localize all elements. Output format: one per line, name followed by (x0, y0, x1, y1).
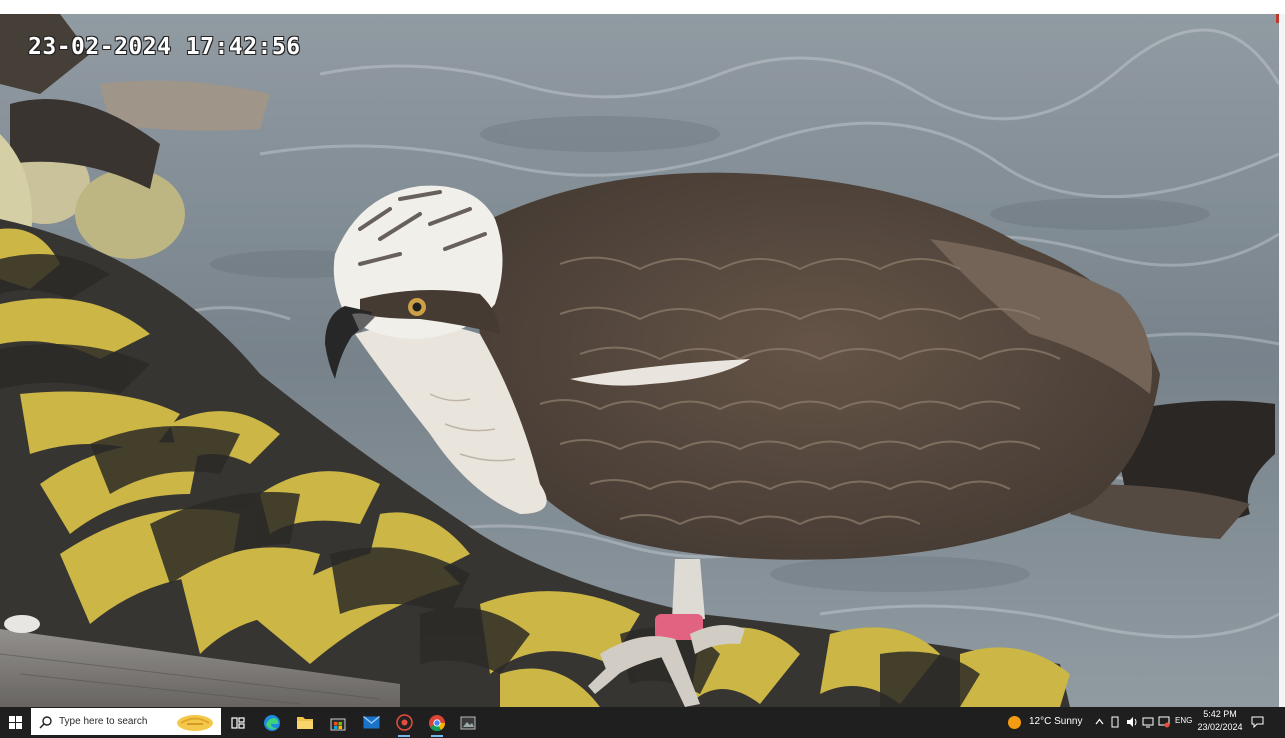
search-icon (39, 715, 52, 729)
microsoft-store-icon[interactable] (322, 707, 354, 738)
volume-icon[interactable] (1126, 716, 1138, 728)
weather-sun-icon[interactable] (1007, 715, 1022, 730)
file-explorer-icon[interactable] (289, 707, 321, 738)
edge-icon[interactable] (256, 707, 288, 738)
weather-text[interactable]: 12°C Sunny (1029, 716, 1082, 727)
taskbar: Type here to search 12°C Sunny ENG 5:42 … (0, 707, 1285, 738)
screen: 23-02-2024 17:42:56 Type here to search (0, 0, 1285, 738)
video-frame (0, 14, 1279, 707)
clock-time[interactable]: 5:42 PM (1190, 709, 1250, 719)
window-edge (1279, 14, 1285, 707)
search-highlight-icon (177, 715, 213, 731)
task-view-icon[interactable] (222, 707, 254, 738)
windows-logo-icon (8, 716, 22, 729)
security-alert-icon[interactable] (1158, 716, 1170, 728)
network-icon[interactable] (1142, 716, 1154, 728)
notifications-icon[interactable] (1251, 716, 1264, 728)
mail-icon[interactable] (355, 707, 387, 738)
chevron-up-icon[interactable] (1095, 718, 1104, 725)
chrome-icon[interactable] (421, 707, 453, 738)
webcam-video-feed[interactable]: 23-02-2024 17:42:56 (0, 14, 1279, 707)
taskbar-search-box[interactable]: Type here to search (31, 708, 221, 735)
active-app-indicator (431, 735, 443, 737)
photos-app-icon[interactable] (452, 707, 484, 738)
search-placeholder: Type here to search (59, 716, 148, 727)
osd-timestamp: 23-02-2024 17:42:56 (28, 34, 301, 60)
start-button[interactable] (0, 707, 30, 738)
screen-recorder-icon[interactable] (388, 707, 420, 738)
usb-device-icon[interactable] (1110, 716, 1120, 728)
active-app-indicator (398, 735, 410, 737)
clock-date[interactable]: 23/02/2024 (1190, 722, 1250, 732)
